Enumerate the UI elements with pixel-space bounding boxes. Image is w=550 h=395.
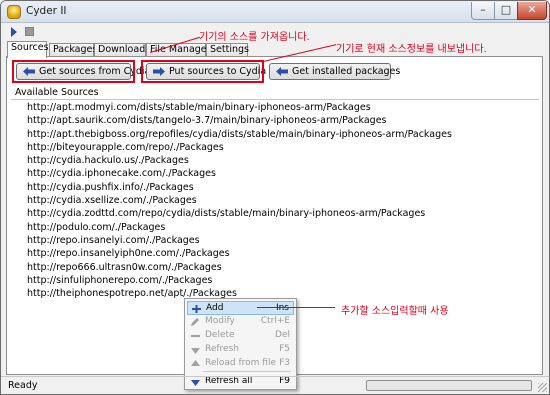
resize-grip-icon[interactable] — [538, 383, 547, 392]
tab-downloads[interactable]: Downloads — [94, 43, 150, 57]
pencil-icon — [191, 318, 199, 326]
stop-icon[interactable] — [25, 27, 34, 36]
list-header: Available Sources — [15, 87, 99, 98]
tab-packages[interactable]: Packages — [49, 43, 97, 57]
maximize-button[interactable]: □ — [494, 2, 518, 20]
annotation-add-source: 추가할 소스입력할때 사용 — [341, 306, 449, 317]
list-divider — [11, 99, 539, 100]
progress-bar — [366, 380, 532, 391]
annotation-get-sources: 기기의 소스를 가져옵니다. — [199, 32, 310, 43]
annotation-put-sources: 기기로 현재 소스정보를 내보냅니다. — [336, 44, 487, 55]
list-item[interactable]: http://cydia.hackulo.us/./Packages — [27, 154, 527, 167]
refresh-icon — [191, 348, 200, 354]
tab-sources[interactable]: Sources — [7, 41, 49, 58]
sources-list[interactable]: http://apt.modmyi.com/dists/stable/main/… — [27, 101, 527, 300]
plus-icon — [192, 305, 201, 313]
list-item[interactable]: http://cydia.iphonecake.com/./Packages — [27, 167, 527, 180]
list-item[interactable]: http://apt.saurik.com/dists/tangelo-3.7/… — [27, 114, 527, 127]
play-icon[interactable] — [11, 27, 17, 37]
arrow-left-icon — [276, 67, 288, 76]
menu-item-modify[interactable]: Modify Ctrl+E — [187, 315, 294, 329]
window-title: Cyder II — [26, 5, 67, 17]
list-item[interactable]: http://apt.modmyi.com/dists/stable/main/… — [27, 101, 527, 114]
list-item[interactable]: http://cydia.zodttd.com/repo/cydia/dists… — [27, 207, 527, 220]
menu-item-reload-from-file[interactable]: Reload from file F3 — [187, 357, 294, 371]
status-text: Ready — [8, 380, 38, 391]
list-item[interactable]: http://biteyourapple.com/repo/./Packages — [27, 141, 527, 154]
menu-separator — [203, 371, 291, 372]
menu-item-delete[interactable]: Delete Del — [187, 329, 294, 343]
close-button[interactable]: ✕ — [517, 2, 547, 20]
get-installed-button[interactable]: Get installed packages — [269, 63, 400, 80]
list-item[interactable]: http://cydia.xsellize.com/./Packages — [27, 194, 527, 207]
annotation-leader — [257, 307, 335, 308]
list-item[interactable]: http://cydia.pushfix.info/./Packages — [27, 181, 527, 194]
reload-icon — [191, 360, 200, 366]
highlight-box — [141, 60, 264, 83]
app-window: Cyder II – □ ✕ Sources Packages Download… — [0, 0, 550, 395]
menu-item-refresh[interactable]: Refresh F5 — [187, 343, 294, 357]
status-bar: Ready — [1, 376, 549, 394]
get-installed-label: Get installed packages — [292, 66, 401, 77]
minus-icon — [191, 335, 200, 337]
list-item[interactable]: http://repo.insanelyiph0ne.com/./Package… — [27, 247, 527, 260]
list-item[interactable]: http://podulo.com/./Packages — [27, 221, 527, 234]
list-item[interactable]: http://repo666.ultrasn0w.com/./Packages — [27, 261, 527, 274]
list-item[interactable]: http://apt.thebigboss.org/repofiles/cydi… — [27, 128, 527, 141]
app-icon — [7, 5, 21, 19]
title-bar[interactable]: Cyder II – □ ✕ — [1, 1, 549, 23]
minimize-button[interactable]: – — [471, 2, 495, 20]
tab-settings[interactable]: Settings — [206, 43, 249, 57]
list-item[interactable]: http://sinfuliphonerepo.com/./Packages — [27, 274, 527, 287]
list-item[interactable]: http://repo.insanelyi.com/./Packages — [27, 234, 527, 247]
highlight-box — [12, 60, 135, 83]
